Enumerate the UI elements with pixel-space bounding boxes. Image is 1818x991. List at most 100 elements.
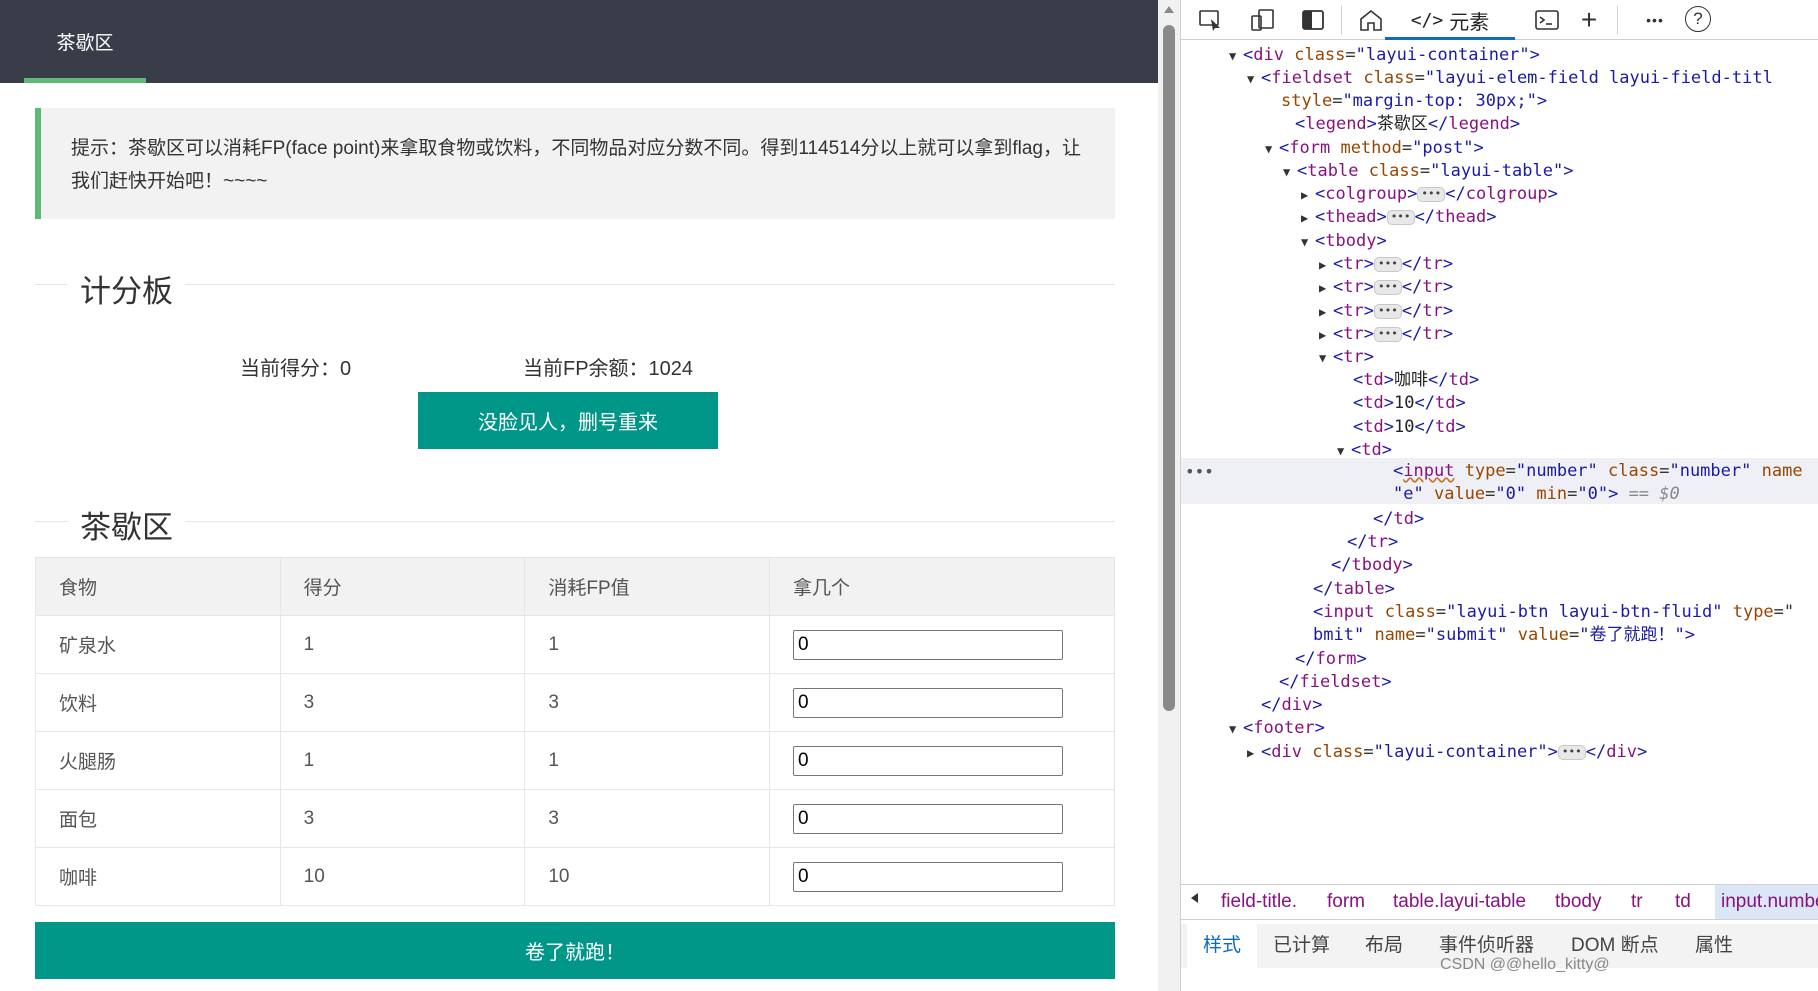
node-actions-icon[interactable]: ••• [1185,458,1214,485]
tip-quote: 提示：茶歇区可以消耗FP(face point)来拿取食物或饮料，不同物品对应分… [35,108,1115,219]
dom-tree: ▼ <div class="layui-container"> ▼ <fieldse… [1181,42,1818,882]
reset-account-button[interactable]: 没脸见人，删号重来 [418,392,718,449]
breadcrumb-item[interactable]: form [1327,885,1365,919]
subtab-computed[interactable]: 已计算 [1273,924,1330,968]
table-row: 咖啡 10 10 [35,847,1115,906]
dom-node-tr[interactable]: ▶ <tr> ••• </tr> [1319,274,1453,301]
inspect-icon[interactable] [1197,6,1225,34]
teabreak-legend: 茶歇区 [68,502,185,547]
tip-text: 提示：茶歇区可以消耗FP(face point)来拿取食物或饮料，不同物品对应分… [71,138,1081,192]
column-header-food: 食物 [35,557,281,616]
food-fp-cost: 10 [524,847,771,906]
quantity-cell [769,673,1115,732]
food-score: 1 [279,731,526,790]
page-scrollbar[interactable] [1158,0,1180,991]
dom-node-tbody-close: </tbody> [1331,555,1413,575]
food-score: 1 [279,615,526,674]
scoreboard-legend: 计分板 [68,266,185,311]
console-icon[interactable] [1533,6,1561,34]
dom-node-thead[interactable]: ▶ <thead> ••• </thead> [1301,204,1496,231]
column-header-fp: 消耗FP值 [524,557,771,616]
device-icon[interactable] [1249,6,1277,34]
top-nav-bar: 茶歇区 [0,0,1158,83]
dom-node-submit-input-cont: bmit" name="submit" value="卷了就跑！"> [1313,625,1695,645]
subtab-layout[interactable]: 布局 [1365,924,1403,968]
dom-node-footer-container[interactable]: ▶ <div class="layui-container"> ••• </div> [1247,739,1647,766]
quantity-cell [769,789,1115,848]
food-score: 3 [279,673,526,732]
watermark-text: CSDN @@hello_kitty@ [1440,956,1610,973]
dom-node-selected-input[interactable]: ••• <input type="number" class="number" … [1181,458,1818,504]
dom-node-legend[interactable]: <legend>茶歇区</legend> [1295,111,1520,138]
food-fp-cost: 1 [524,731,771,790]
column-header-quantity: 拿几个 [769,557,1115,616]
breadcrumb-item-active[interactable]: input.numbe [1715,885,1818,919]
quantity-input[interactable] [793,629,1064,660]
dom-node-td[interactable]: <td>10</td> [1353,390,1466,417]
more-icon[interactable]: ••• [1641,6,1669,34]
collapsed-ellipsis[interactable]: ••• [1373,303,1402,319]
nav-item-teabreak[interactable]: 茶歇区 [24,0,146,83]
tab-elements-label: 元素 [1449,11,1490,34]
subtab-properties[interactable]: 属性 [1695,924,1733,968]
breadcrumb-item[interactable]: td [1675,885,1691,919]
food-fp-cost: 3 [524,673,771,732]
quantity-cell [769,615,1115,674]
table-row: 矿泉水 1 1 [35,615,1115,674]
dom-breadcrumb: field-title. form table.layui-table tbod… [1181,884,1818,920]
quantity-input[interactable] [793,861,1064,892]
add-icon[interactable]: + [1575,4,1603,35]
food-name: 咖啡 [35,847,281,906]
food-name: 火腿肠 [35,731,281,790]
devtools-panel: </> 元素 + ••• ? ▼ <div class="layui-contai… [1180,0,1818,991]
collapsed-ellipsis[interactable]: ••• [1373,256,1402,272]
toolbar-separator [1341,6,1342,34]
dom-node-footer[interactable]: ▼ <footer> [1229,715,1325,742]
subtab-styles[interactable]: 样式 [1187,924,1258,968]
collapsed-ellipsis[interactable]: ••• [1386,209,1415,225]
food-score: 3 [279,789,526,848]
table-row: 饮料 3 3 [35,673,1115,732]
toolbar-separator [1617,6,1618,34]
tab-elements[interactable]: </> 元素 [1385,0,1515,40]
table-row: 火腿肠 1 1 [35,731,1115,790]
web-page: 茶歇区 提示：茶歇区可以消耗FP(face point)来拿取食物或饮料，不同物… [0,0,1158,991]
breadcrumb-item[interactable]: table.layui-table [1393,885,1526,919]
breadcrumb-scroll-left-icon[interactable] [1191,893,1198,903]
column-header-score: 得分 [279,557,526,616]
current-score: 当前得分：0 [240,358,352,380]
table-row: 面包 3 3 [35,789,1115,848]
active-tab-indicator [1385,37,1515,40]
scrollbar-thumb[interactable] [1163,25,1175,711]
scroll-up-arrow-icon[interactable] [1164,6,1174,13]
collapsed-ellipsis[interactable]: ••• [1373,279,1402,295]
food-fp-cost: 3 [524,789,771,848]
teabreak-divider [35,521,1115,522]
breadcrumb-item[interactable]: field-title. [1221,885,1297,919]
quantity-input[interactable] [793,803,1064,834]
home-icon[interactable] [1357,6,1385,34]
collapsed-ellipsis[interactable]: ••• [1557,744,1586,760]
food-name: 饮料 [35,673,281,732]
screen: 茶歇区 提示：茶歇区可以消耗FP(face point)来拿取食物或饮料，不同物… [0,0,1818,991]
submit-button[interactable]: 卷了就跑！ [35,922,1115,979]
devtools-toolbar: </> 元素 + ••• ? [1181,0,1818,40]
collapsed-ellipsis[interactable]: ••• [1373,326,1402,342]
nav-active-indicator [24,78,146,83]
breadcrumb-item[interactable]: tr [1631,885,1643,919]
scoreboard-divider [35,284,1115,285]
dock-icon[interactable] [1299,6,1327,34]
quantity-cell [769,731,1115,790]
food-fp-cost: 1 [524,615,771,674]
food-name: 矿泉水 [35,615,281,674]
quantity-cell [769,847,1115,906]
quantity-input[interactable] [793,745,1064,776]
breadcrumb-item[interactable]: tbody [1555,885,1601,919]
food-name: 面包 [35,789,281,848]
current-fp-balance: 当前FP余额：1024 [523,358,694,380]
food-score: 10 [279,847,526,906]
collapsed-ellipsis[interactable]: ••• [1417,186,1446,202]
quantity-input[interactable] [793,687,1064,718]
help-icon[interactable]: ? [1685,6,1711,32]
elements-icon: </> [1410,9,1444,31]
